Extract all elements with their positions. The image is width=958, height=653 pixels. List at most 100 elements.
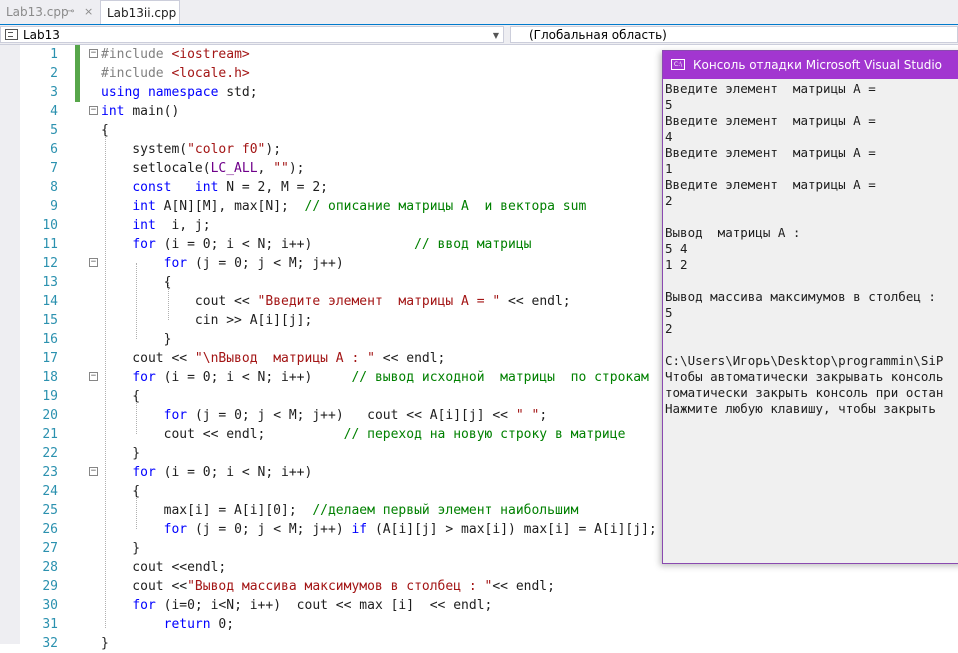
collapse-icon[interactable]: − xyxy=(89,467,98,476)
code-text: { xyxy=(101,387,140,406)
code-token: // вывод исходной матрицы по строкам xyxy=(351,370,649,385)
code-token: { xyxy=(101,275,172,290)
code-token: 0; xyxy=(218,617,235,632)
line-number: 31 xyxy=(42,617,58,632)
line-number: 9 xyxy=(50,199,58,214)
tab-label: Lab13.cpp xyxy=(6,5,69,19)
code-token: // ввод матрицы xyxy=(414,237,532,252)
chevron-down-icon[interactable]: ▼ xyxy=(493,27,499,44)
line-number: 24 xyxy=(42,484,58,499)
code-token: "Введите элемент матрицы А = " xyxy=(257,294,501,309)
code-text: { xyxy=(101,121,109,140)
code-text: for (j = 0; j < M; j++) xyxy=(101,254,344,273)
code-text: cout << endl; // переход на новую строку… xyxy=(101,425,626,444)
code-token: for xyxy=(132,370,164,385)
line-number: 2 xyxy=(50,66,58,81)
code-token: #include xyxy=(101,66,172,81)
console-icon: C:\ xyxy=(671,59,685,70)
code-token: max[i] = A[i][0]; xyxy=(101,503,313,518)
collapse-icon[interactable]: − xyxy=(89,372,98,381)
code-token: (j = 0; j < M; j++) cout << A[i][j] << xyxy=(194,408,516,423)
tab-lab13ii-cpp[interactable]: Lab13ii.cpp xyxy=(100,0,180,24)
code-token: (j = 0; j < M; j++) xyxy=(194,522,352,537)
code-token: setlocale( xyxy=(101,161,211,176)
code-token: i, j; xyxy=(171,218,211,233)
scope-dropdown[interactable]: (Глобальная область) xyxy=(510,26,958,43)
console-line: томатически закрыть консоль при остан xyxy=(665,385,944,400)
code-token: } xyxy=(101,332,172,347)
console-title-bar[interactable]: C:\ Консоль отладки Microsoft Visual Stu… xyxy=(663,51,958,79)
line-number: 29 xyxy=(42,579,58,594)
console-line: Введите элемент матрицы А = xyxy=(665,177,876,192)
collapse-icon[interactable]: − xyxy=(89,258,98,267)
code-text: #include <iostream> xyxy=(101,45,250,64)
line-number: 27 xyxy=(42,541,58,556)
collapse-icon[interactable]: − xyxy=(89,49,98,58)
line-number: 25 xyxy=(42,503,58,518)
code-text: for (i = 0; i < N; i++) xyxy=(101,463,312,482)
code-text: cout << "\nВывод матрицы А : " << endl; xyxy=(101,349,445,368)
code-line[interactable]: 31 return 0; xyxy=(0,615,958,634)
console-line: Чтобы автоматически закрывать консоль xyxy=(665,369,944,384)
code-token: " " xyxy=(515,408,540,423)
code-token: { xyxy=(101,484,141,499)
line-number: 5 xyxy=(50,123,58,138)
code-token: for xyxy=(132,598,164,613)
tab-lab13-cpp[interactable]: Lab13.cpp ⊸ × xyxy=(0,0,100,24)
close-icon[interactable]: × xyxy=(84,0,93,24)
scope-label: (Глобальная область) xyxy=(529,28,667,42)
line-number: 17 xyxy=(42,351,58,366)
collapse-icon[interactable]: − xyxy=(89,106,98,115)
console-line: C:\Users\Игорь\Desktop\programmin\SiP xyxy=(665,353,944,368)
code-line[interactable]: 30 for (i=0; i<N; i++) cout << max [i] <… xyxy=(0,596,958,615)
code-text: { xyxy=(101,482,140,501)
code-token: int xyxy=(132,199,164,214)
code-text: for (i = 0; i < N; i++) // ввод матрицы xyxy=(101,235,531,254)
line-number: 14 xyxy=(42,294,58,309)
code-token: } xyxy=(101,446,141,461)
code-line[interactable]: 29 cout <<"Вывод массива максимумов в ст… xyxy=(0,577,958,596)
code-token: if xyxy=(351,522,375,537)
pin-icon[interactable]: ⊸ xyxy=(66,0,74,24)
code-token: "" xyxy=(273,161,289,176)
line-number: 23 xyxy=(42,465,58,480)
project-icon xyxy=(5,29,18,40)
code-text: { xyxy=(101,273,172,292)
code-token: (i = 0; i < N; i++) xyxy=(163,237,415,252)
code-token: "\nВывод матрицы А : " xyxy=(194,351,375,366)
console-line: 2 xyxy=(665,321,673,336)
code-text: setlocale(LC_ALL, ""); xyxy=(101,159,304,178)
code-token: for xyxy=(132,237,164,252)
code-token: cin >> A[i][j]; xyxy=(101,313,313,328)
code-text: } xyxy=(101,330,172,349)
project-dropdown[interactable]: Lab13 ▼ xyxy=(0,26,504,43)
code-token: for xyxy=(163,256,195,271)
code-token: ); xyxy=(265,142,282,157)
code-text: const int N = 2, M = 2; xyxy=(101,178,328,197)
console-line: 2 xyxy=(665,193,673,208)
code-token: (j = 0; j < M; j++) xyxy=(194,256,344,271)
code-token: { xyxy=(101,123,109,138)
code-token: cout << xyxy=(101,294,258,309)
console-line: Нажмите любую клавишу, чтобы закрыть xyxy=(665,401,936,416)
code-token: (i=0; i<N; i++) cout << max [i] << endl; xyxy=(163,598,493,613)
line-number: 1 xyxy=(50,47,58,62)
document-tab-bar: Lab13.cpp ⊸ × Lab13ii.cpp xyxy=(0,0,958,26)
debug-console-window[interactable]: C:\ Консоль отладки Microsoft Visual Stu… xyxy=(662,50,958,564)
code-token: for xyxy=(163,408,195,423)
code-token: } xyxy=(101,541,141,556)
line-number: 28 xyxy=(42,560,58,575)
line-number: 11 xyxy=(42,237,58,252)
code-token: <iostream> xyxy=(171,47,250,62)
code-text: cout <<"Вывод массива максимумов в столб… xyxy=(101,577,555,596)
code-token: // описание матрицы А и вектора sum xyxy=(304,199,587,214)
code-text: for (j = 0; j < M; j++) if (A[i][j] > ma… xyxy=(101,520,657,539)
line-number: 30 xyxy=(42,598,58,613)
